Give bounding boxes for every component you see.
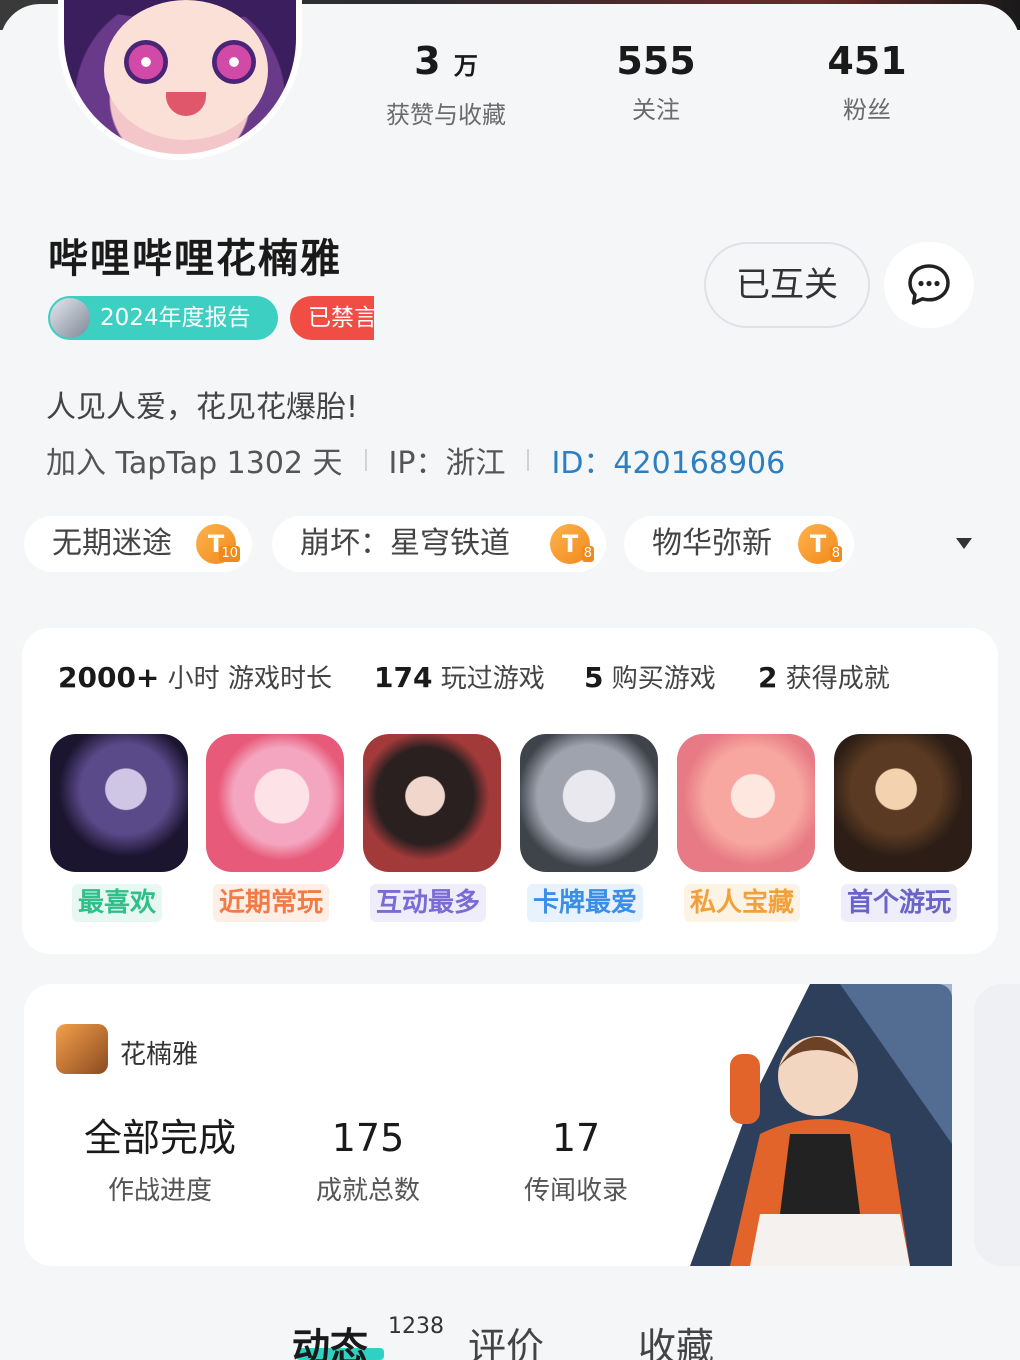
- taptap-level-value: 10: [219, 546, 240, 562]
- game-icon[interactable]: [50, 734, 188, 872]
- game-label-first: 首个游玩: [841, 884, 958, 922]
- ip-location: IP：浙江: [388, 446, 506, 481]
- stat-purchased: 5 购买游戏: [584, 658, 716, 695]
- mutual-follow-button[interactable]: 已互关: [704, 242, 870, 328]
- game-label-recent: 近期常玩: [213, 884, 330, 922]
- stat-playtime-unit: 小时: [167, 664, 220, 694]
- game-icon[interactable]: [834, 734, 972, 872]
- game-icon[interactable]: [206, 734, 344, 872]
- achievement-progress: 全部完成 作战进度: [50, 1114, 270, 1207]
- stat-following[interactable]: 555 关注: [566, 38, 746, 125]
- stat-likes-number: 3: [414, 39, 441, 83]
- game-tag-label: 崩坏：星穹铁道: [300, 526, 510, 561]
- tab-feed-count: 1238: [388, 1314, 444, 1339]
- game-tag-label: 无期迷途: [52, 526, 172, 561]
- username: 哔哩哔哩花楠雅: [48, 236, 342, 282]
- achievement-progress-label: 作战进度: [107, 1176, 212, 1206]
- game-icon[interactable]: [677, 734, 815, 872]
- stat-likes-value: 3 万: [356, 38, 536, 89]
- achievement-character-art: [690, 984, 952, 1266]
- user-id[interactable]: ID：420168906: [551, 438, 785, 482]
- tab-reviews[interactable]: 评价: [468, 1316, 544, 1360]
- stat-purchased-value: 5: [584, 661, 604, 694]
- meta-divider: [527, 449, 530, 471]
- game-icon[interactable]: [520, 734, 658, 872]
- game-label-text: 私人宝藏: [690, 888, 795, 918]
- stat-likes-label: 获赞与收藏: [386, 101, 506, 129]
- tab-favorites[interactable]: 收藏: [638, 1316, 714, 1360]
- game-label-text: 互动最多: [376, 888, 481, 918]
- game-label-text: 近期常玩: [219, 888, 324, 918]
- avatar-eye-left: [124, 40, 168, 84]
- stat-likes[interactable]: 3 万 获赞与收藏: [356, 38, 536, 130]
- message-button[interactable]: [884, 242, 974, 328]
- avatar-eye-right: [212, 40, 256, 84]
- achievement-total-value: 175: [331, 1116, 405, 1160]
- meta-divider: [364, 449, 367, 471]
- taptap-level-value: 8: [829, 546, 842, 562]
- game-label-text: 首个游玩: [847, 888, 952, 918]
- banned-badge: 已禁言: [290, 296, 374, 340]
- stat-achievements-value: 2: [758, 661, 778, 694]
- next-card-peek[interactable]: [974, 984, 1020, 1266]
- stat-played: 174 玩过游戏: [374, 658, 545, 695]
- achievement-player-name: 花楠雅: [120, 1040, 199, 1070]
- game-label-text: 卡牌最爱: [533, 888, 638, 918]
- annual-report-label: 2024年度报告: [100, 305, 251, 331]
- achievement-total: 175 成就总数: [258, 1114, 478, 1207]
- game-tag-label: 物华弥新: [652, 526, 772, 561]
- stat-followers-value: 451: [827, 39, 907, 83]
- achievement-rumors: 17 传闻收录: [466, 1114, 686, 1207]
- game-label-text: 最喜欢: [78, 888, 157, 918]
- stat-following-label: 关注: [632, 96, 680, 124]
- taptap-level-value: 8: [581, 546, 594, 562]
- stat-followers[interactable]: 451 粉丝: [777, 38, 957, 125]
- game-label-interactive: 互动最多: [370, 884, 487, 922]
- stat-achievements-label: 获得成就: [785, 664, 890, 694]
- annual-report-badge[interactable]: 2024年度报告: [48, 296, 278, 340]
- expand-tags-icon[interactable]: [956, 538, 972, 549]
- game-icon[interactable]: [363, 734, 501, 872]
- achievement-rumors-label: 传闻收录: [523, 1176, 628, 1206]
- stat-achievements: 2 获得成就: [758, 658, 890, 695]
- game-label-treasure: 私人宝藏: [684, 884, 801, 922]
- achievement-total-label: 成就总数: [315, 1176, 420, 1206]
- game-tag[interactable]: 无期迷途 T 10: [24, 516, 252, 572]
- stat-played-value: 174: [374, 661, 433, 694]
- stat-played-label: 玩过游戏: [440, 664, 545, 694]
- game-label-card: 卡牌最爱: [527, 884, 644, 922]
- avatar-face: [104, 0, 268, 140]
- bio-text: 人见人爱，花见花爆胎!: [46, 390, 359, 425]
- stat-playtime-label: 游戏时长: [227, 664, 332, 694]
- avatar-mouth: [166, 92, 206, 116]
- game-tag[interactable]: 物华弥新 T 8: [624, 516, 854, 572]
- stat-followers-label: 粉丝: [843, 96, 891, 124]
- stat-purchased-label: 购买游戏: [611, 664, 716, 694]
- stat-likes-unit: 万: [453, 52, 478, 80]
- game-label-favorite: 最喜欢: [72, 884, 163, 922]
- joined-days: 加入 TapTap 1302 天: [46, 446, 343, 481]
- chat-bubble-icon: [908, 264, 950, 305]
- achievement-game-icon: [56, 1024, 108, 1074]
- stat-playtime: 2000+ 小时 游戏时长: [58, 658, 332, 695]
- stat-following-value: 555: [616, 39, 696, 83]
- game-tag[interactable]: 崩坏：星穹铁道 T 8: [272, 516, 606, 572]
- stat-playtime-value: 2000+: [58, 661, 160, 694]
- profile-meta: 加入 TapTap 1302 天 IP：浙江 ID：420168906: [46, 438, 785, 482]
- report-cube-icon: [50, 298, 90, 338]
- achievement-rumors-value: 17: [551, 1116, 601, 1160]
- achievement-progress-value: 全部完成: [83, 1116, 236, 1160]
- tab-feed[interactable]: 动态: [292, 1316, 368, 1360]
